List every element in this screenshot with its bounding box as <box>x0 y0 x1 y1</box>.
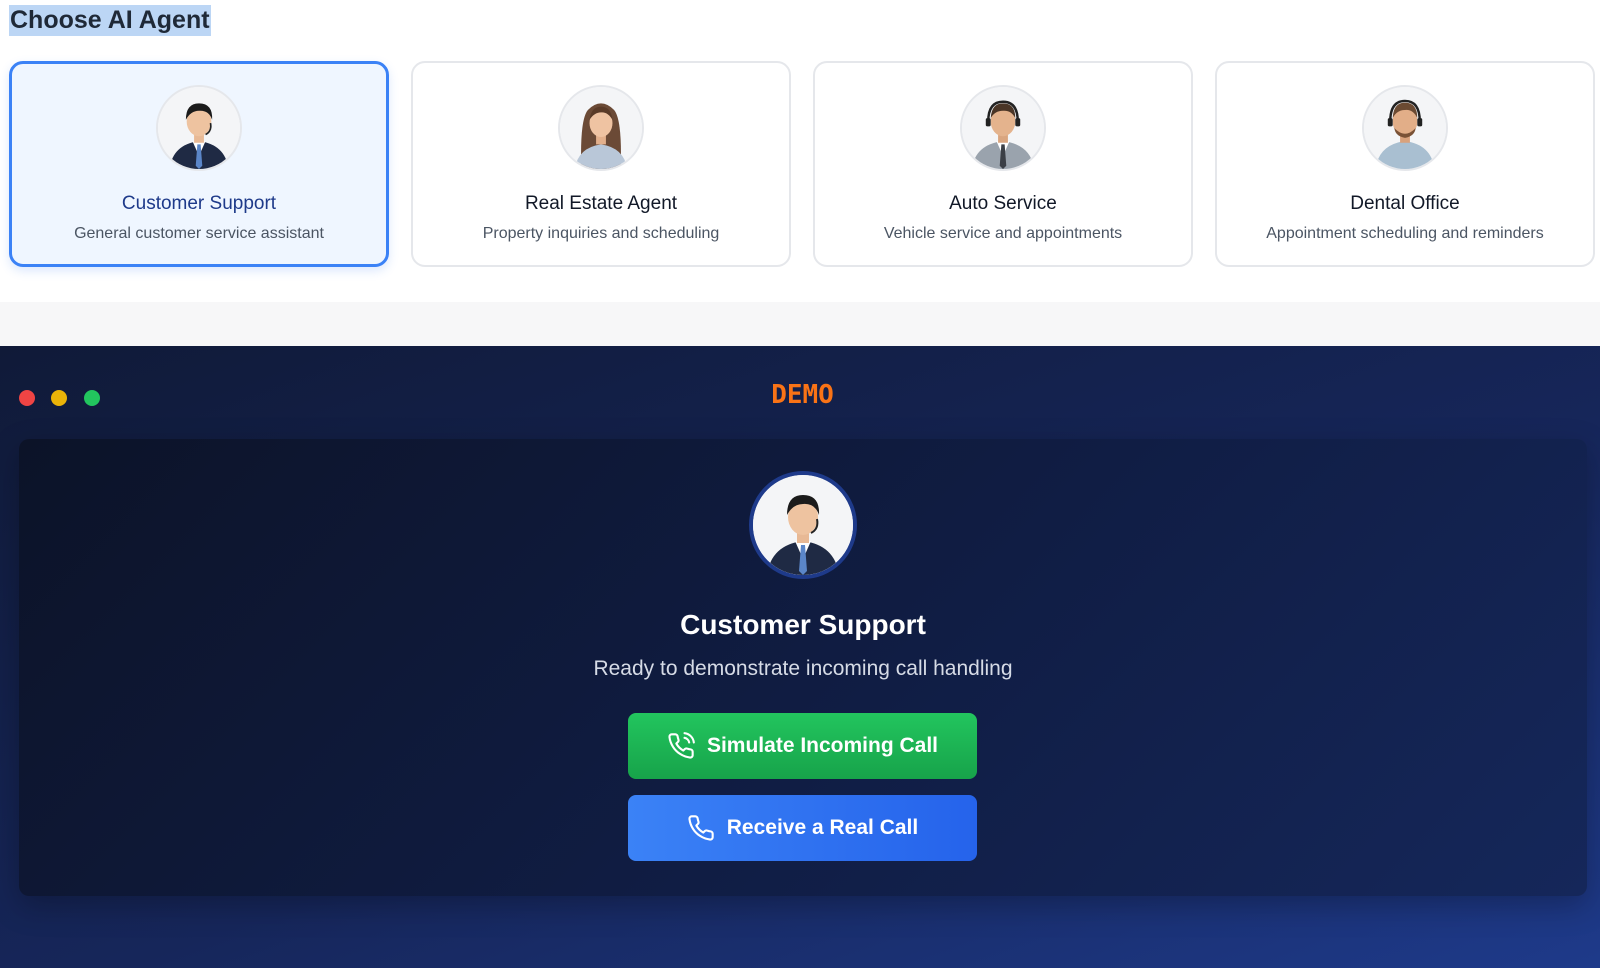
person-avatar-icon <box>753 475 853 575</box>
person-avatar-icon <box>1364 87 1446 169</box>
simulate-incoming-call-button[interactable]: Simulate Incoming Call <box>628 713 977 779</box>
agent-card-title: Real Estate Agent <box>524 193 678 214</box>
agent-avatar <box>960 85 1046 171</box>
agent-card-dental-office[interactable]: Dental Office Appointment scheduling and… <box>1215 61 1595 267</box>
agent-card-description: Vehicle service and appointments <box>883 225 1123 242</box>
agent-avatar <box>1362 85 1448 171</box>
agent-card-description: General customer service assistant <box>74 225 324 242</box>
phone-incoming-icon <box>668 732 695 759</box>
simulate-call-label: Simulate Incoming Call <box>706 734 939 757</box>
agent-status-text: Ready to demonstrate incoming call handl… <box>593 657 1013 680</box>
agent-card-title: Auto Service <box>949 193 1057 214</box>
active-agent-avatar <box>749 471 857 579</box>
agent-avatar <box>558 85 644 171</box>
agent-card-title: Dental Office <box>1350 193 1460 214</box>
demo-window: DEMO Customer Support Ready to demonstra… <box>0 346 1600 968</box>
demo-label: DEMO <box>771 380 834 410</box>
agent-card-title: Customer Support <box>121 193 277 214</box>
active-agent-name: Customer Support <box>680 609 926 640</box>
agent-selector-panel: Choose AI Agent Customer Support General… <box>0 0 1600 302</box>
phone-icon <box>688 815 714 841</box>
receive-real-call-button[interactable]: Receive a Real Call <box>628 795 977 861</box>
section-divider <box>0 302 1600 346</box>
agent-card-description: Appointment scheduling and reminders <box>1266 225 1544 242</box>
call-demo-panel: Customer Support Ready to demonstrate in… <box>19 439 1587 896</box>
real-call-label: Receive a Real Call <box>726 816 919 839</box>
agent-avatar <box>156 85 242 171</box>
section-title: Choose AI Agent <box>9 5 211 36</box>
agent-card-real-estate[interactable]: Real Estate Agent Property inquiries and… <box>411 61 791 267</box>
agent-card-description: Property inquiries and scheduling <box>482 225 720 242</box>
agent-card-list: Customer Support General customer servic… <box>9 61 1595 267</box>
agent-card-auto-service[interactable]: Auto Service Vehicle service and appoint… <box>813 61 1193 267</box>
person-avatar-icon <box>158 87 240 169</box>
agent-card-customer-support[interactable]: Customer Support General customer servic… <box>9 61 389 267</box>
person-avatar-icon <box>962 87 1044 169</box>
person-avatar-icon <box>560 87 642 169</box>
